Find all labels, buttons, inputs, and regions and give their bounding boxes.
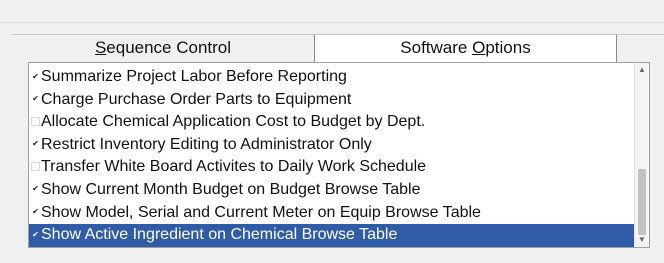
- option-row[interactable]: Show Current Month Budget on Budget Brow…: [29, 179, 635, 202]
- checkbox-checked-icon[interactable]: [31, 139, 40, 148]
- scrollbar-thumb[interactable]: [638, 169, 646, 235]
- option-label: Show Active Ingredient on Chemical Brows…: [41, 226, 398, 244]
- option-label: Show Current Month Budget on Budget Brow…: [41, 180, 421, 198]
- mnemonic-s: S: [94, 38, 107, 57]
- window-top-strip: [0, 0, 664, 23]
- checkbox-checked-icon[interactable]: [31, 72, 40, 81]
- tab-sequence-control[interactable]: Sequence Control: [12, 35, 315, 63]
- tab-bar: Sequence Control Software Options: [12, 34, 664, 63]
- chevron-up-icon[interactable]: ▲: [635, 63, 649, 77]
- tab-software-options-label: Software Options: [400, 38, 531, 57]
- tab-bar-empty-space: [617, 35, 664, 63]
- tab-sequence-control-label: Sequence Control: [94, 38, 232, 57]
- option-label: Allocate Chemical Application Cost to Bu…: [41, 113, 426, 131]
- option-row[interactable]: Show Active Ingredient on Chemical Brows…: [29, 224, 635, 247]
- options-list: Summarize Project Labor Before Reporting…: [29, 66, 635, 247]
- vertical-scrollbar[interactable]: ▲ ▼: [634, 63, 649, 247]
- option-label: Restrict Inventory Editing to Administra…: [41, 135, 372, 153]
- option-row[interactable]: Allocate Chemical Application Cost to Bu…: [29, 111, 635, 134]
- tab-software-options[interactable]: Software Options: [315, 35, 617, 63]
- checkbox-checked-icon[interactable]: [31, 184, 40, 193]
- checkbox-checked-icon[interactable]: [31, 207, 40, 216]
- option-label: Charge Purchase Order Parts to Equipment: [41, 90, 352, 108]
- option-row[interactable]: Transfer White Board Activites to Daily …: [29, 156, 635, 179]
- checkbox-unchecked-icon[interactable]: [31, 161, 40, 171]
- option-label: Transfer White Board Activites to Daily …: [41, 158, 427, 176]
- option-label: Show Model, Serial and Current Meter on …: [41, 203, 481, 221]
- checkbox-unchecked-icon[interactable]: [31, 116, 40, 126]
- option-label: Summarize Project Labor Before Reporting: [41, 68, 347, 85]
- option-row[interactable]: Restrict Inventory Editing to Administra…: [29, 134, 635, 157]
- chevron-down-icon[interactable]: ▼: [635, 233, 649, 247]
- options-checklist[interactable]: Summarize Project Labor Before Reporting…: [28, 62, 650, 248]
- checkbox-checked-icon[interactable]: [31, 230, 40, 239]
- checkbox-checked-icon[interactable]: [31, 94, 40, 103]
- option-row[interactable]: Summarize Project Labor Before Reporting: [29, 66, 635, 89]
- option-row[interactable]: Show Model, Serial and Current Meter on …: [29, 202, 635, 225]
- mnemonic-o: O: [472, 38, 486, 57]
- option-row[interactable]: Charge Purchase Order Parts to Equipment: [29, 89, 635, 112]
